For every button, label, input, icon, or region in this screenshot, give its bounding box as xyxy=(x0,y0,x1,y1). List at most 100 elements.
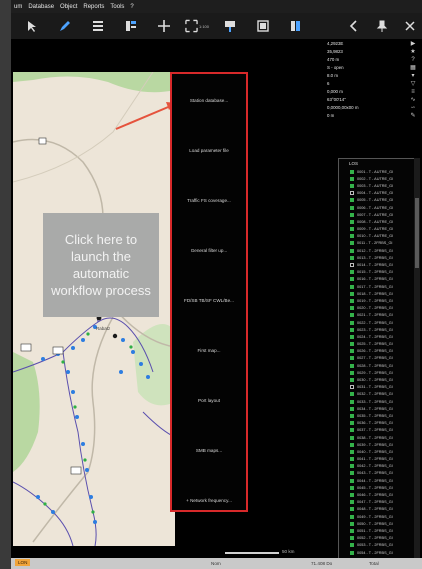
scrollbar-thumb[interactable] xyxy=(415,198,419,268)
menu-item[interactable]: Database xyxy=(28,4,54,10)
layer-row[interactable]: 0017 - T - 2FRBS_GI xyxy=(339,283,415,290)
layer-checkbox[interactable] xyxy=(350,291,354,296)
layer-checkbox[interactable] xyxy=(350,493,354,498)
layer-checkbox[interactable] xyxy=(350,536,354,541)
layer-row[interactable]: 0027 - T - 2FRBS_GI xyxy=(339,355,415,362)
layer-row[interactable]: 0003 - T - AUTRE_GI xyxy=(339,182,415,189)
layer-checkbox[interactable] xyxy=(350,183,354,188)
filter-icon[interactable]: ▽ xyxy=(406,80,420,88)
chevron-left-button[interactable] xyxy=(342,16,366,36)
layer-checkbox[interactable] xyxy=(350,227,354,232)
layer-checkbox[interactable] xyxy=(350,176,354,181)
layer-checkbox[interactable] xyxy=(350,406,354,411)
layer-checkbox[interactable] xyxy=(350,270,354,275)
layer-row[interactable]: 0036 - T - 2FRBS_GI xyxy=(339,420,415,427)
help-icon[interactable]: ? xyxy=(406,56,420,64)
star-icon[interactable]: ★ xyxy=(406,48,420,56)
layer-checkbox[interactable] xyxy=(350,241,354,246)
layer-row[interactable]: 0037 - T - 2FRBS_GI xyxy=(339,427,415,434)
list-button[interactable] xyxy=(86,16,110,36)
layer-row[interactable]: 0039 - T - 2FRBS_GI xyxy=(339,441,415,448)
layer-checkbox[interactable] xyxy=(350,219,354,224)
layer-checkbox[interactable] xyxy=(350,543,354,548)
layer-checkbox[interactable] xyxy=(350,313,354,318)
pointer-button[interactable] xyxy=(20,16,44,36)
layer-row[interactable]: 0030 - T - 2FRBS_GI xyxy=(339,376,415,383)
layer-checkbox[interactable] xyxy=(350,263,354,268)
layer-checkbox[interactable] xyxy=(350,327,354,332)
workflow-step[interactable]: Port layout xyxy=(174,398,244,403)
layer-row[interactable]: 0020 - T - 2FRBS_GI xyxy=(339,305,415,312)
layer-row[interactable]: 0048 - T - 2FRBS_GI xyxy=(339,506,415,513)
layer-checkbox[interactable] xyxy=(350,356,354,361)
layer-checkbox[interactable] xyxy=(350,500,354,505)
layer-row[interactable]: 0042 - T - 2FRBS_GI xyxy=(339,463,415,470)
layer-checkbox[interactable] xyxy=(350,449,354,454)
layer-checkbox[interactable] xyxy=(350,320,354,325)
layer-checkbox[interactable] xyxy=(350,277,354,282)
layer-row[interactable]: 0010 - T - AUTRE_GI xyxy=(339,233,415,240)
layer-checkbox[interactable] xyxy=(350,514,354,519)
layer-checkbox[interactable] xyxy=(350,550,354,555)
sine-icon[interactable]: ∽ xyxy=(406,104,420,112)
layer-row[interactable]: 0043 - T - 2FRBS_GI xyxy=(339,470,415,477)
workflow-step[interactable]: Load parameter file xyxy=(174,148,244,153)
workflow-step[interactable]: FD/SB TB/SF CWL/Be... xyxy=(174,298,244,303)
layer-row[interactable]: 0034 - T - 2FRBS_GI xyxy=(339,405,415,412)
layer-row[interactable]: 0054 - T - 2FRBS_GI xyxy=(339,549,415,556)
layer-checkbox[interactable] xyxy=(350,478,354,483)
layer-row[interactable]: 0021 - T - 2FRBS_GI xyxy=(339,312,415,319)
layer-row[interactable]: 0046 - T - 2FRBS_GI xyxy=(339,491,415,498)
layer-checkbox[interactable] xyxy=(350,528,354,533)
layer-checkbox[interactable] xyxy=(350,284,354,289)
book-button[interactable] xyxy=(284,16,308,36)
layer-row[interactable]: 0001 - T - AUTRE_GI xyxy=(339,168,415,175)
edit-icon[interactable]: ✎ xyxy=(406,112,420,120)
layer-row[interactable]: 0038 - T - 2FRBS_GI xyxy=(339,434,415,441)
layer-checkbox[interactable] xyxy=(350,205,354,210)
layer-checkbox[interactable] xyxy=(350,521,354,526)
workflow-step[interactable]: Traffic FS coverage... xyxy=(174,198,244,203)
layer-checkbox[interactable] xyxy=(350,255,354,260)
layer-row[interactable]: 0009 - T - AUTRE_GI xyxy=(339,226,415,233)
layer-row[interactable]: 0045 - T - 2FRBS_GI xyxy=(339,484,415,491)
layer-row[interactable]: 0023 - T - 2FRBS_GI xyxy=(339,326,415,333)
layer-row[interactable]: 0012 - T - 2FRBS_GI xyxy=(339,247,415,254)
layer-checkbox[interactable] xyxy=(350,212,354,217)
layer-row[interactable]: 0033 - T - 2FRBS_GI xyxy=(339,398,415,405)
layer-row[interactable]: 0016 - T - 2FRBS_GI xyxy=(339,276,415,283)
layer-checkbox[interactable] xyxy=(350,248,354,253)
layer-checkbox[interactable] xyxy=(350,234,354,239)
layer-checkbox[interactable] xyxy=(350,334,354,339)
layer-row[interactable]: 0049 - T - 2FRBS_GI xyxy=(339,513,415,520)
workflow-step[interactable]: Station database... xyxy=(174,98,244,103)
layer-checkbox[interactable] xyxy=(350,507,354,512)
layer-checkbox[interactable] xyxy=(350,442,354,447)
menu-item[interactable]: Reports xyxy=(83,4,104,10)
layer-checkbox[interactable] xyxy=(350,399,354,404)
layer-row[interactable]: 0044 - T - 2FRBS_GI xyxy=(339,477,415,484)
menu-item[interactable]: ? xyxy=(130,4,133,10)
layer-checkbox[interactable] xyxy=(350,428,354,433)
layer-checkbox[interactable] xyxy=(350,413,354,418)
layer-checkbox[interactable] xyxy=(350,306,354,311)
layer-checkbox[interactable] xyxy=(350,298,354,303)
menu-item[interactable]: Tools xyxy=(110,4,124,10)
layer-checkbox[interactable] xyxy=(350,169,354,174)
layers-button[interactable] xyxy=(119,16,143,36)
panel-button[interactable] xyxy=(251,16,275,36)
layer-row[interactable]: 0028 - T - 2FRBS_GI xyxy=(339,362,415,369)
layer-checkbox[interactable] xyxy=(350,392,354,397)
layer-row[interactable]: 0018 - T - 2FRBS_GI xyxy=(339,290,415,297)
layer-row[interactable]: 0004 - T - AUTRE_GI xyxy=(339,190,415,197)
layer-checkbox[interactable] xyxy=(350,457,354,462)
layer-row[interactable]: 0025 - T - 2FRBS_GI xyxy=(339,341,415,348)
layer-checkbox[interactable] xyxy=(350,378,354,383)
menu-item[interactable]: um xyxy=(14,4,22,10)
layer-checkbox[interactable] xyxy=(350,471,354,476)
layer-row[interactable]: 0029 - T - 2FRBS_GI xyxy=(339,369,415,376)
layer-checkbox[interactable] xyxy=(350,349,354,354)
close-button[interactable] xyxy=(398,16,422,36)
layer-checkbox[interactable] xyxy=(350,370,354,375)
layer-row[interactable]: 0015 - T - 2FRBS_GI xyxy=(339,269,415,276)
